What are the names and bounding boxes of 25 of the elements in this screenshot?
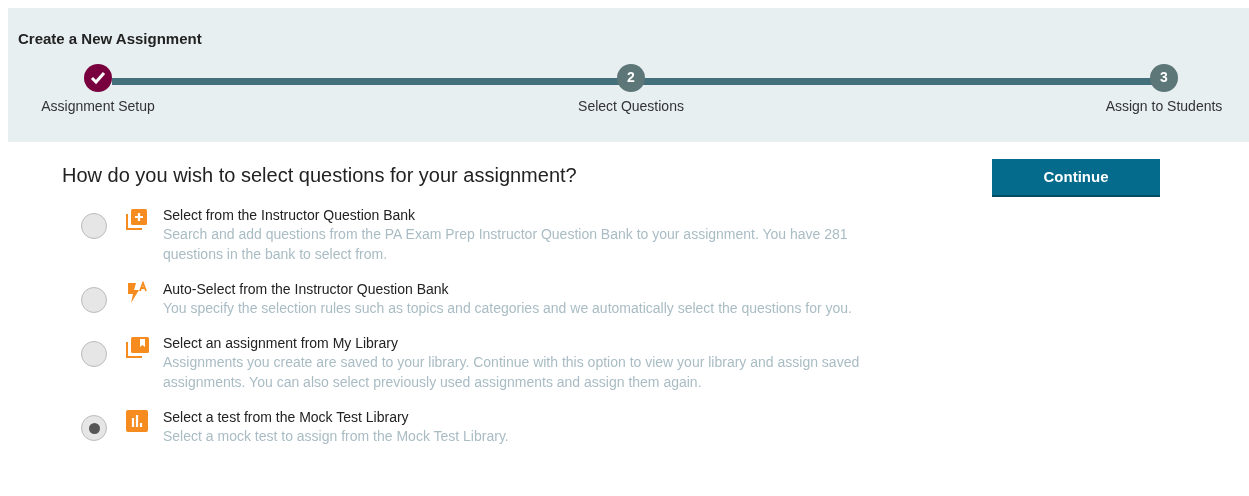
option-title: Select from the Instructor Question Bank: [163, 206, 417, 224]
step-label: Assignment Setup: [41, 96, 155, 116]
question-heading: How do you wish to select questions for your assignment?: [62, 163, 578, 188]
lightning-icon: [125, 281, 149, 305]
option-title: Select a test from the Mock Test Library: [163, 408, 410, 426]
step-label: Select Questions: [578, 96, 684, 116]
radio-button[interactable]: [81, 287, 107, 313]
option-description: Select a mock test to assign from the Mock Test Library.: [163, 427, 510, 446]
check-icon: [90, 70, 106, 85]
continue-button[interactable]: Continue: [992, 159, 1160, 197]
step-marker: 3: [1150, 63, 1178, 92]
radio-button[interactable]: [81, 341, 107, 367]
step-label: Assign to Students: [1105, 96, 1223, 116]
option-description: Assignments you create are saved to your library. Continue with this option to view your library and assign saved assignments. You can also select previously used assignments and assign them again.: [163, 353, 861, 392]
radio-button[interactable]: [81, 213, 107, 239]
bar-chart-icon: [125, 409, 149, 433]
option-description: You specify the selection rules such as topics and categories and we automatically select the questions for you.: [163, 299, 853, 318]
radio-button[interactable]: [81, 415, 107, 441]
step-marker: 2: [617, 63, 645, 92]
option-title: Auto-Select from the Instructor Question Bank: [163, 280, 450, 298]
option-description: Search and add questions from the PA Exam Prep Instructor Question Bank to your assignment. You have 281 questions in the bank to select from.: [163, 225, 849, 264]
bookmark-stack-icon: [125, 335, 151, 359]
page-title: Create a New Assignment: [18, 29, 203, 49]
add-stack-icon: [125, 207, 149, 231]
option-title: Select an assignment from My Library: [163, 334, 399, 352]
